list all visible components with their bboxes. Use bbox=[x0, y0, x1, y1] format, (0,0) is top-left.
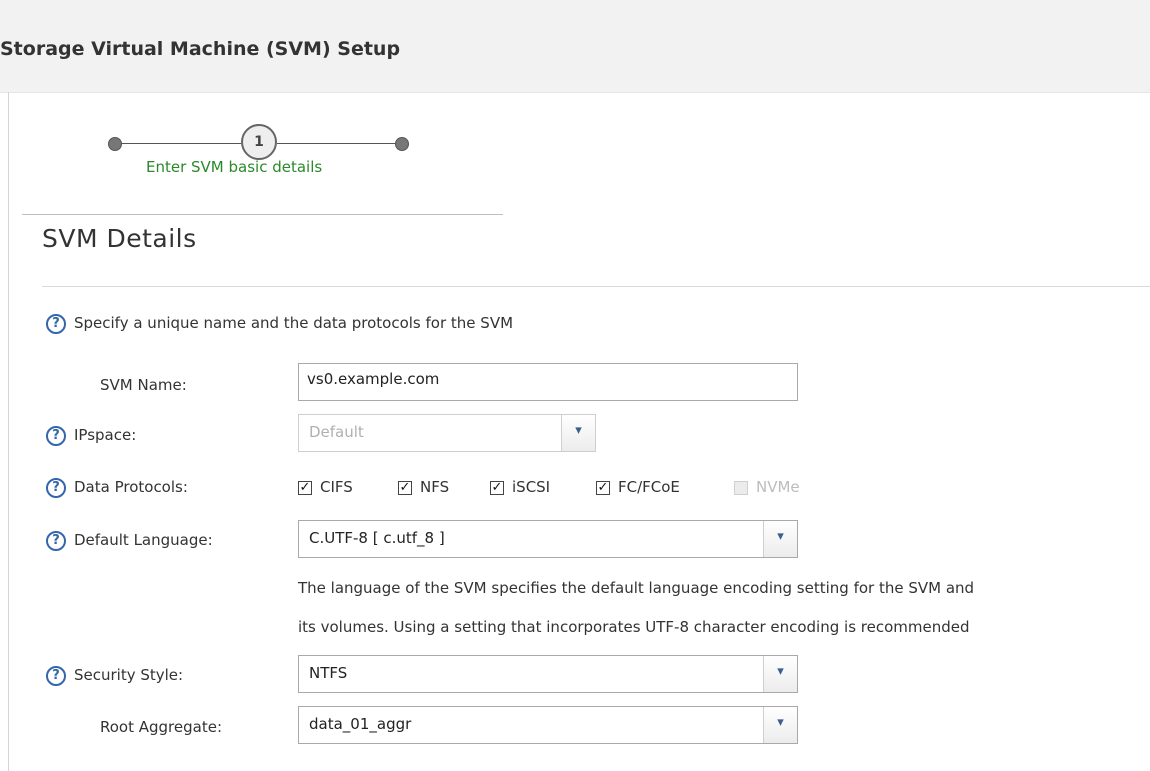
check-icon: ✓ bbox=[299, 480, 311, 495]
iscsi-label[interactable]: iSCSI bbox=[512, 478, 550, 496]
chevron-down-icon: ▾ bbox=[777, 529, 784, 544]
svm-name-label: SVM Name: bbox=[100, 376, 187, 394]
page-header: Storage Virtual Machine (SVM) Setup bbox=[0, 0, 1150, 93]
ipspace-help-icon[interactable]: ? bbox=[46, 426, 66, 446]
check-icon: ✓ bbox=[491, 480, 503, 495]
nvme-checkbox bbox=[734, 481, 748, 495]
iscsi-checkbox[interactable]: ✓ bbox=[490, 481, 504, 495]
section-title: SVM Details bbox=[42, 224, 197, 253]
default-language-select[interactable]: C.UTF-8 [ c.utf_8 ] ▾ bbox=[298, 520, 798, 558]
data-protocols-label: Data Protocols: bbox=[74, 478, 188, 496]
fc-fcoe-checkbox[interactable]: ✓ bbox=[596, 481, 610, 495]
ipspace-label: IPspace: bbox=[74, 426, 137, 444]
wizard-current-step: 1 bbox=[241, 124, 277, 160]
wizard-step-dot-previous bbox=[108, 137, 122, 151]
wizard-divider bbox=[22, 214, 503, 215]
check-icon: ✓ bbox=[597, 480, 609, 495]
default-language-note-line2: its volumes. Using a setting that incorp… bbox=[298, 618, 970, 636]
security-style-select[interactable]: NTFS ▾ bbox=[298, 655, 798, 693]
nvme-label: NVMe bbox=[756, 478, 800, 496]
security-style-value: NTFS bbox=[309, 664, 348, 682]
nfs-checkbox[interactable]: ✓ bbox=[398, 481, 412, 495]
chevron-down-icon: ▾ bbox=[575, 423, 582, 438]
root-aggregate-select[interactable]: data_01_aggr ▾ bbox=[298, 706, 798, 744]
default-language-help-icon[interactable]: ? bbox=[46, 531, 66, 551]
nfs-label[interactable]: NFS bbox=[420, 478, 449, 496]
svm-name-input[interactable]: vs0.example.com bbox=[298, 363, 798, 401]
ipspace-value: Default bbox=[309, 423, 364, 441]
data-protocols-help-icon[interactable]: ? bbox=[46, 478, 66, 498]
security-style-dropdown-button[interactable]: ▾ bbox=[763, 656, 797, 692]
default-language-note-line1: The language of the SVM specifies the de… bbox=[298, 579, 975, 597]
root-aggregate-value: data_01_aggr bbox=[309, 715, 412, 733]
fc-fcoe-label[interactable]: FC/FCoE bbox=[618, 478, 680, 496]
check-icon: ✓ bbox=[399, 480, 411, 495]
wizard-step-dot-next bbox=[395, 137, 409, 151]
help-icon[interactable]: ? bbox=[46, 314, 66, 334]
security-style-help-icon[interactable]: ? bbox=[46, 666, 66, 686]
default-language-dropdown-button[interactable]: ▾ bbox=[763, 521, 797, 557]
left-divider bbox=[8, 92, 9, 771]
chevron-down-icon: ▾ bbox=[777, 715, 784, 730]
cifs-checkbox[interactable]: ✓ bbox=[298, 481, 312, 495]
cifs-label[interactable]: CIFS bbox=[320, 478, 353, 496]
root-aggregate-label: Root Aggregate: bbox=[100, 718, 222, 736]
default-language-value: C.UTF-8 [ c.utf_8 ] bbox=[309, 529, 445, 547]
section-intro: Specify a unique name and the data proto… bbox=[74, 314, 514, 332]
wizard-step-label: Enter SVM basic details bbox=[146, 158, 323, 176]
page-title: Storage Virtual Machine (SVM) Setup bbox=[0, 38, 401, 60]
default-language-label: Default Language: bbox=[74, 531, 213, 549]
security-style-label: Security Style: bbox=[74, 666, 184, 684]
root-aggregate-dropdown-button[interactable]: ▾ bbox=[763, 707, 797, 743]
section-divider bbox=[42, 286, 1150, 287]
wizard-connector-left bbox=[114, 143, 241, 144]
ipspace-dropdown-button: ▾ bbox=[561, 415, 595, 451]
wizard-connector-right bbox=[277, 143, 397, 144]
chevron-down-icon: ▾ bbox=[777, 664, 784, 679]
ipspace-select: Default ▾ bbox=[298, 414, 596, 452]
